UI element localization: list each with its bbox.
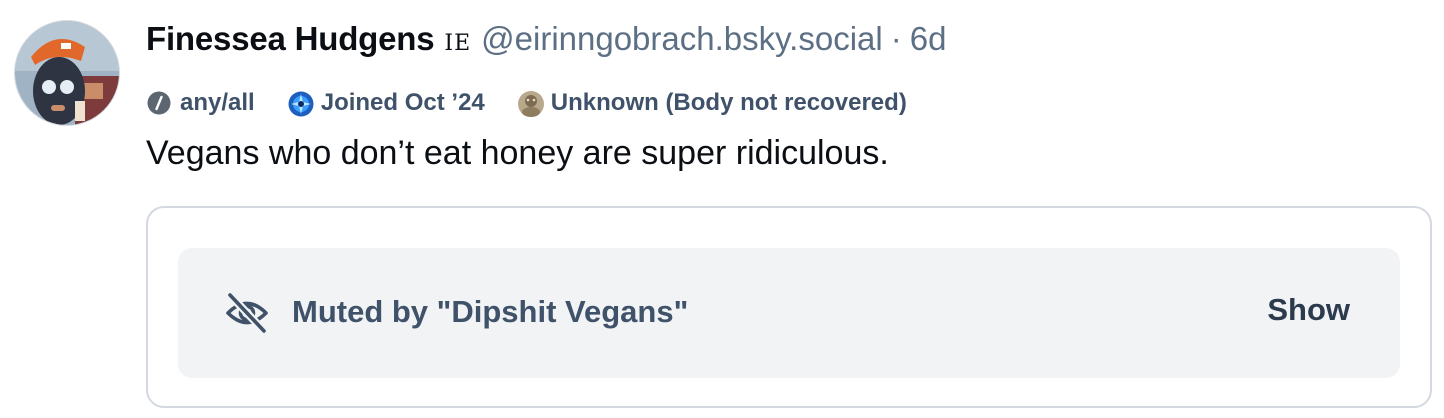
- pronouns-icon: [146, 90, 172, 116]
- status-avatar-icon: [517, 90, 544, 117]
- profile-badges: any/all Joined Oct ’24 Unknown (Body not…: [146, 86, 939, 120]
- badge-status-label: Unknown (Body not recovered): [550, 89, 907, 116]
- country-flag: IE: [444, 31, 472, 56]
- badge-status: Unknown (Body not recovered): [517, 89, 907, 117]
- show-muted-button[interactable]: Show: [1267, 292, 1350, 328]
- muted-by-label: Muted by "Dipshit Vegans": [292, 294, 689, 329]
- avatar-image: [15, 21, 119, 125]
- eye-slash-icon: [224, 291, 270, 335]
- badge-pronouns-label: any/all: [180, 89, 255, 116]
- muted-content-notice: Muted by "Dipshit Vegans" Show: [178, 248, 1400, 378]
- badge-joined: Joined Oct ’24: [287, 89, 485, 117]
- author-avatar[interactable]: [14, 20, 120, 126]
- badge-pronouns: any/all: [146, 89, 255, 117]
- muted-embed-card: Muted by "Dipshit Vegans" Show: [146, 206, 1432, 408]
- author-display-name[interactable]: Finessea Hudgens: [146, 20, 435, 58]
- author-handle[interactable]: @eirinngobrach.bsky.social: [481, 20, 883, 58]
- post-timestamp[interactable]: 6d: [910, 20, 947, 58]
- joined-globe-icon: [287, 90, 314, 117]
- post-header: Finessea Hudgens IE @eirinngobrach.bsky.…: [146, 20, 946, 66]
- header-separator: ·: [890, 20, 902, 57]
- badge-joined-label: Joined Oct ’24: [320, 89, 485, 116]
- post-text: Vegans who don’t eat honey are super rid…: [146, 134, 889, 172]
